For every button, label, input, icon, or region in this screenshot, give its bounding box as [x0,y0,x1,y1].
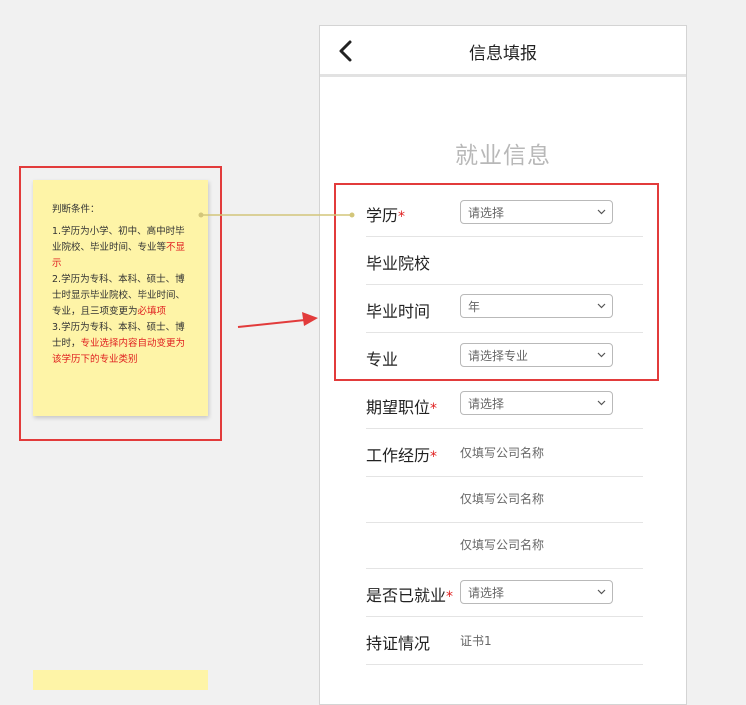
required-mark: * [446,589,454,605]
employed-label: 是否已就业* [366,586,454,605]
chevron-down-icon [597,400,606,406]
nav-bar: 信息填报 [320,26,686,77]
page-title: 信息填报 [469,44,537,64]
red-arrow-head [302,312,318,326]
company-input-1[interactable]: 仅填写公司名称 [460,444,544,461]
red-arrow-shaft [237,319,306,328]
cert-value[interactable]: 证书1 [460,632,492,649]
position-label: 期望职位* [366,398,438,417]
company-input-3[interactable]: 仅填写公司名称 [460,536,544,553]
cert-label: 持证情况 [366,634,431,653]
position-row: 期望职位* 请选择 [366,380,643,429]
work-row-3: 仅填写公司名称 [366,522,643,569]
education-group-highlight-frame [334,183,659,381]
employed-select[interactable]: 请选择 [460,580,613,604]
company-input-2[interactable]: 仅填写公司名称 [460,490,544,507]
work-label: 工作经历* [366,446,438,465]
note-highlight-frame [19,166,222,441]
employed-row: 是否已就业* 请选择 [366,568,643,617]
position-select[interactable]: 请选择 [460,391,613,415]
required-mark: * [430,401,438,417]
work-row-1: 工作经历* 仅填写公司名称 [366,428,643,477]
section-title: 就业信息 [455,143,551,169]
required-mark: * [430,449,438,465]
employed-select-text: 请选择 [468,586,505,600]
cert-row: 持证情况 证书1 [366,616,643,665]
chevron-down-icon [597,589,606,595]
position-select-text: 请选择 [468,397,505,411]
work-row-2: 仅填写公司名称 [366,476,643,523]
second-note [33,670,208,690]
